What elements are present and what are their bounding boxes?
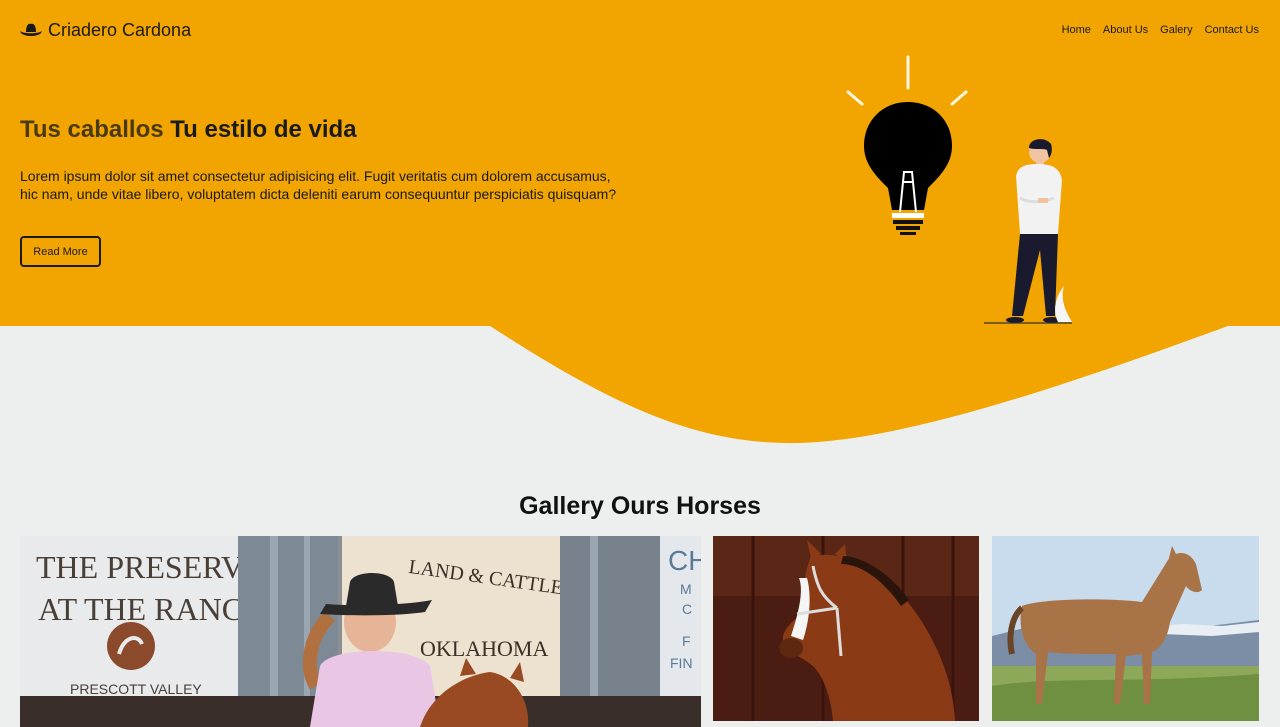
sign-left-line3: PRESCOTT VALLEY (70, 681, 202, 697)
hero-description: Lorem ipsum dolor sit amet consectetur a… (20, 168, 617, 202)
nav-link-galery[interactable]: Galery (1160, 24, 1192, 36)
sign-middle-line2: OKLAHOMA (420, 636, 548, 661)
sign-right-line5: FIN (670, 655, 693, 671)
sign-left-line2: AT THE RANCH (38, 591, 266, 627)
navbar: Criadero Cardona Home About Us Galery Co… (20, 18, 1259, 42)
nav-link-contact-us[interactable]: Contact Us (1205, 24, 1259, 36)
sign-left-line1: THE PRESERVE (36, 549, 264, 585)
sign-right-line3: C (682, 601, 692, 617)
nav-link-home[interactable]: Home (1062, 24, 1091, 36)
hero-wave-background (0, 0, 1280, 444)
gallery-title: Gallery Ours Horses (519, 492, 761, 520)
idea-lightbulb-person-illustration (846, 55, 1072, 324)
brand-name: Criadero Cardona (48, 19, 192, 40)
sign-right-line2: M (680, 581, 692, 597)
nav-link-about-us[interactable]: About Us (1103, 24, 1148, 36)
hero-section: Criadero Cardona Home About Us Galery Co… (0, 0, 1280, 445)
sign-right-line4: F (682, 633, 691, 649)
cowgirl-rodeo-photo[interactable]: THE PRESERVE AT THE RANCH PRESCOTT VALLE… (20, 536, 701, 727)
hero-title: Tus caballos Tu estilo de vida (20, 116, 357, 144)
read-more-button[interactable]: Read More (20, 236, 101, 267)
hero-title-accent: Tus caballos (20, 116, 164, 143)
horse-stable-photo[interactable] (713, 536, 979, 721)
brand-logo[interactable]: Criadero Cardona (20, 20, 191, 41)
sign-right-line1: CH (668, 545, 701, 576)
cowboy-hat-icon (20, 23, 42, 36)
horse-field-photo[interactable] (992, 536, 1259, 721)
nav-links: Home About Us Galery Contact Us (1062, 24, 1259, 36)
hero-title-rest: Tu estilo de vida (163, 116, 357, 143)
